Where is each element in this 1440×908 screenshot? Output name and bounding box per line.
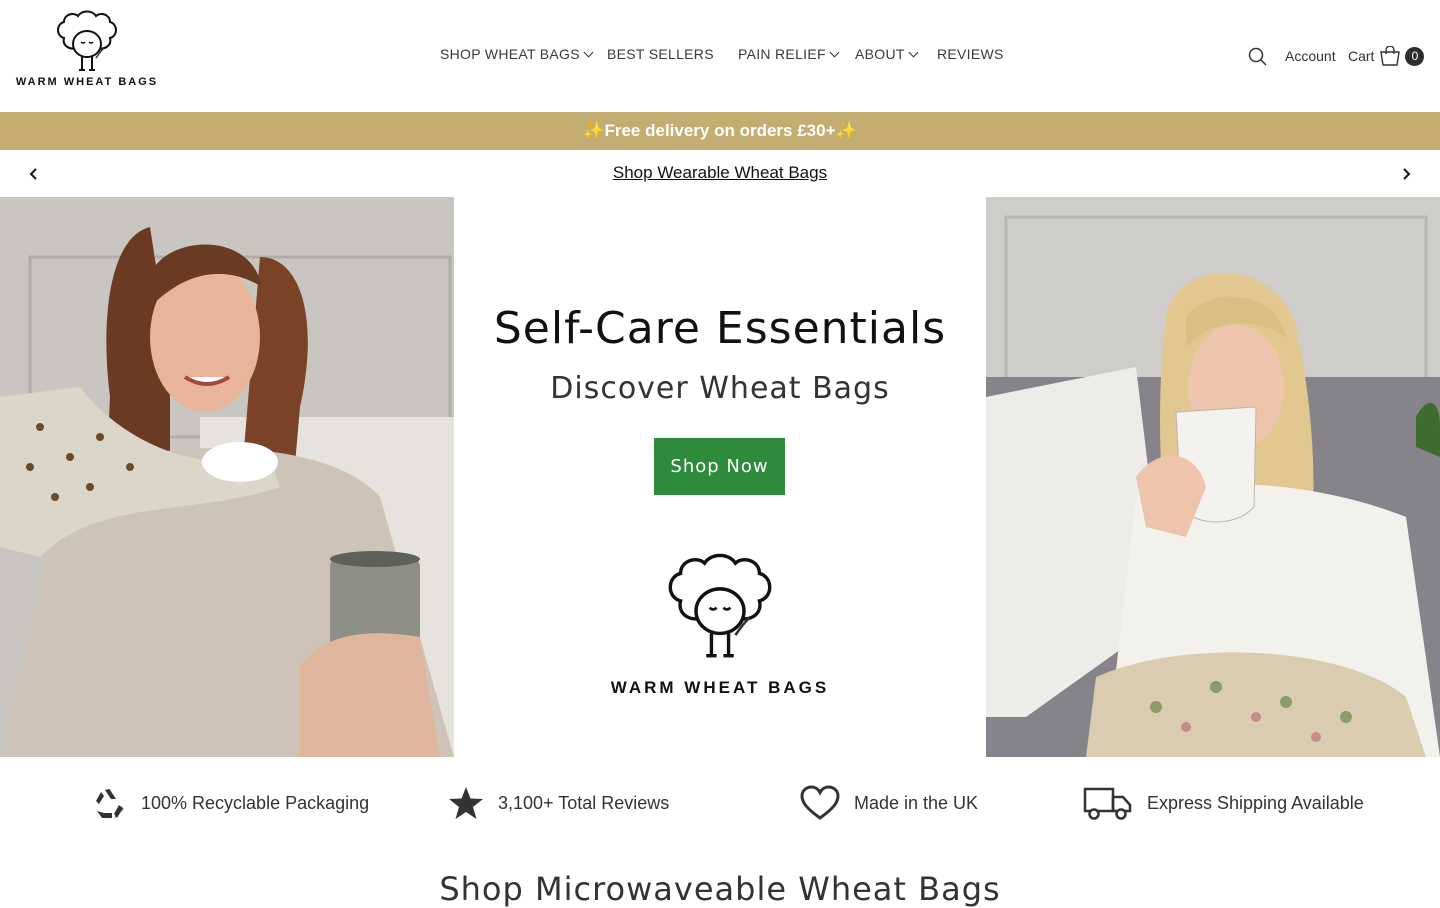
heart-icon [800,785,840,820]
nav-label: SHOP WHEAT BAGS [440,46,580,62]
chevron-down-icon [829,47,840,57]
search-icon [1248,47,1267,66]
shopping-bag-icon [1380,46,1401,66]
features-bar: 100% Recyclable Packaging 3,100+ Total R… [0,757,1440,857]
nav-label: BEST SELLERS [607,46,714,62]
chevron-down-icon [908,47,919,57]
feature-made-in-uk: Made in the UK [800,785,978,821]
nav-label: ABOUT [855,46,905,62]
chevron-right-icon[interactable] [1398,166,1414,182]
hero-banner[interactable]: Self-Care Essentials Discover Wheat Bags… [0,197,1440,757]
nav-label: PAIN RELIEF [738,46,826,62]
hero-logo-text: WARM WHEAT BAGS [610,678,830,697]
logo-text: WARM WHEAT BAGS [15,76,159,88]
nav-label: REVIEWS [937,46,1004,62]
woman-with-mug-image [0,197,454,757]
nav-about[interactable]: ABOUT [855,46,919,62]
search-button[interactable] [1248,44,1267,68]
hero-subtitle: Discover Wheat Bags [550,371,890,406]
nav-shop-wheat-bags[interactable]: SHOP WHEAT BAGS [440,46,594,62]
feature-text: 100% Recyclable Packaging [141,792,370,813]
hero-title: Self-Care Essentials [493,303,947,354]
feature-reviews: 3,100+ Total Reviews [448,785,669,821]
truck-icon [1083,787,1132,820]
star-icon [449,787,483,819]
feature-express-shipping: Express Shipping Available [1083,785,1364,821]
chevron-down-icon [583,47,594,57]
account-link[interactable]: Account [1285,44,1336,68]
shop-now-button[interactable]: Shop Now [654,438,785,495]
hero-content: Self-Care Essentials Discover Wheat Bags… [454,197,986,757]
nav-best-sellers[interactable]: BEST SELLERS [607,46,714,62]
promo-bar: ✨Free delivery on orders £30+✨ [0,112,1440,150]
feature-text: Made in the UK [854,792,979,813]
feature-text: 3,100+ Total Reviews [498,792,670,813]
feature-text: Express Shipping Available [1147,792,1364,813]
sheep-logo-icon [668,553,772,658]
woman-drinking-image [986,197,1440,757]
hero-photo-left [0,197,454,757]
cart-button[interactable]: Cart 0 [1348,44,1425,68]
nav-reviews[interactable]: REVIEWS [937,46,1004,62]
main-nav: SHOP WHEAT BAGS BEST SELLERS PAIN RELIEF… [0,46,1440,66]
announcement-bar: Shop Wearable Wheat Bags [0,150,1440,197]
nav-pain-relief[interactable]: PAIN RELIEF [738,46,840,62]
section-title: Shop Microwaveable Wheat Bags [439,870,1001,908]
account-label: Account [1285,48,1336,64]
feature-recyclable: 100% Recyclable Packaging [92,785,369,821]
site-header: WARM WHEAT BAGS SHOP WHEAT BAGS BEST SEL… [0,0,1440,112]
cart-count-badge: 0 [1405,46,1425,66]
announcement-link[interactable]: Shop Wearable Wheat Bags [0,163,1440,183]
promo-text: ✨Free delivery on orders £30+✨ [583,121,857,140]
hero-logo [454,549,986,663]
recycle-icon [96,788,124,819]
cart-label: Cart [1348,48,1375,64]
hero-photo-right [986,197,1440,757]
